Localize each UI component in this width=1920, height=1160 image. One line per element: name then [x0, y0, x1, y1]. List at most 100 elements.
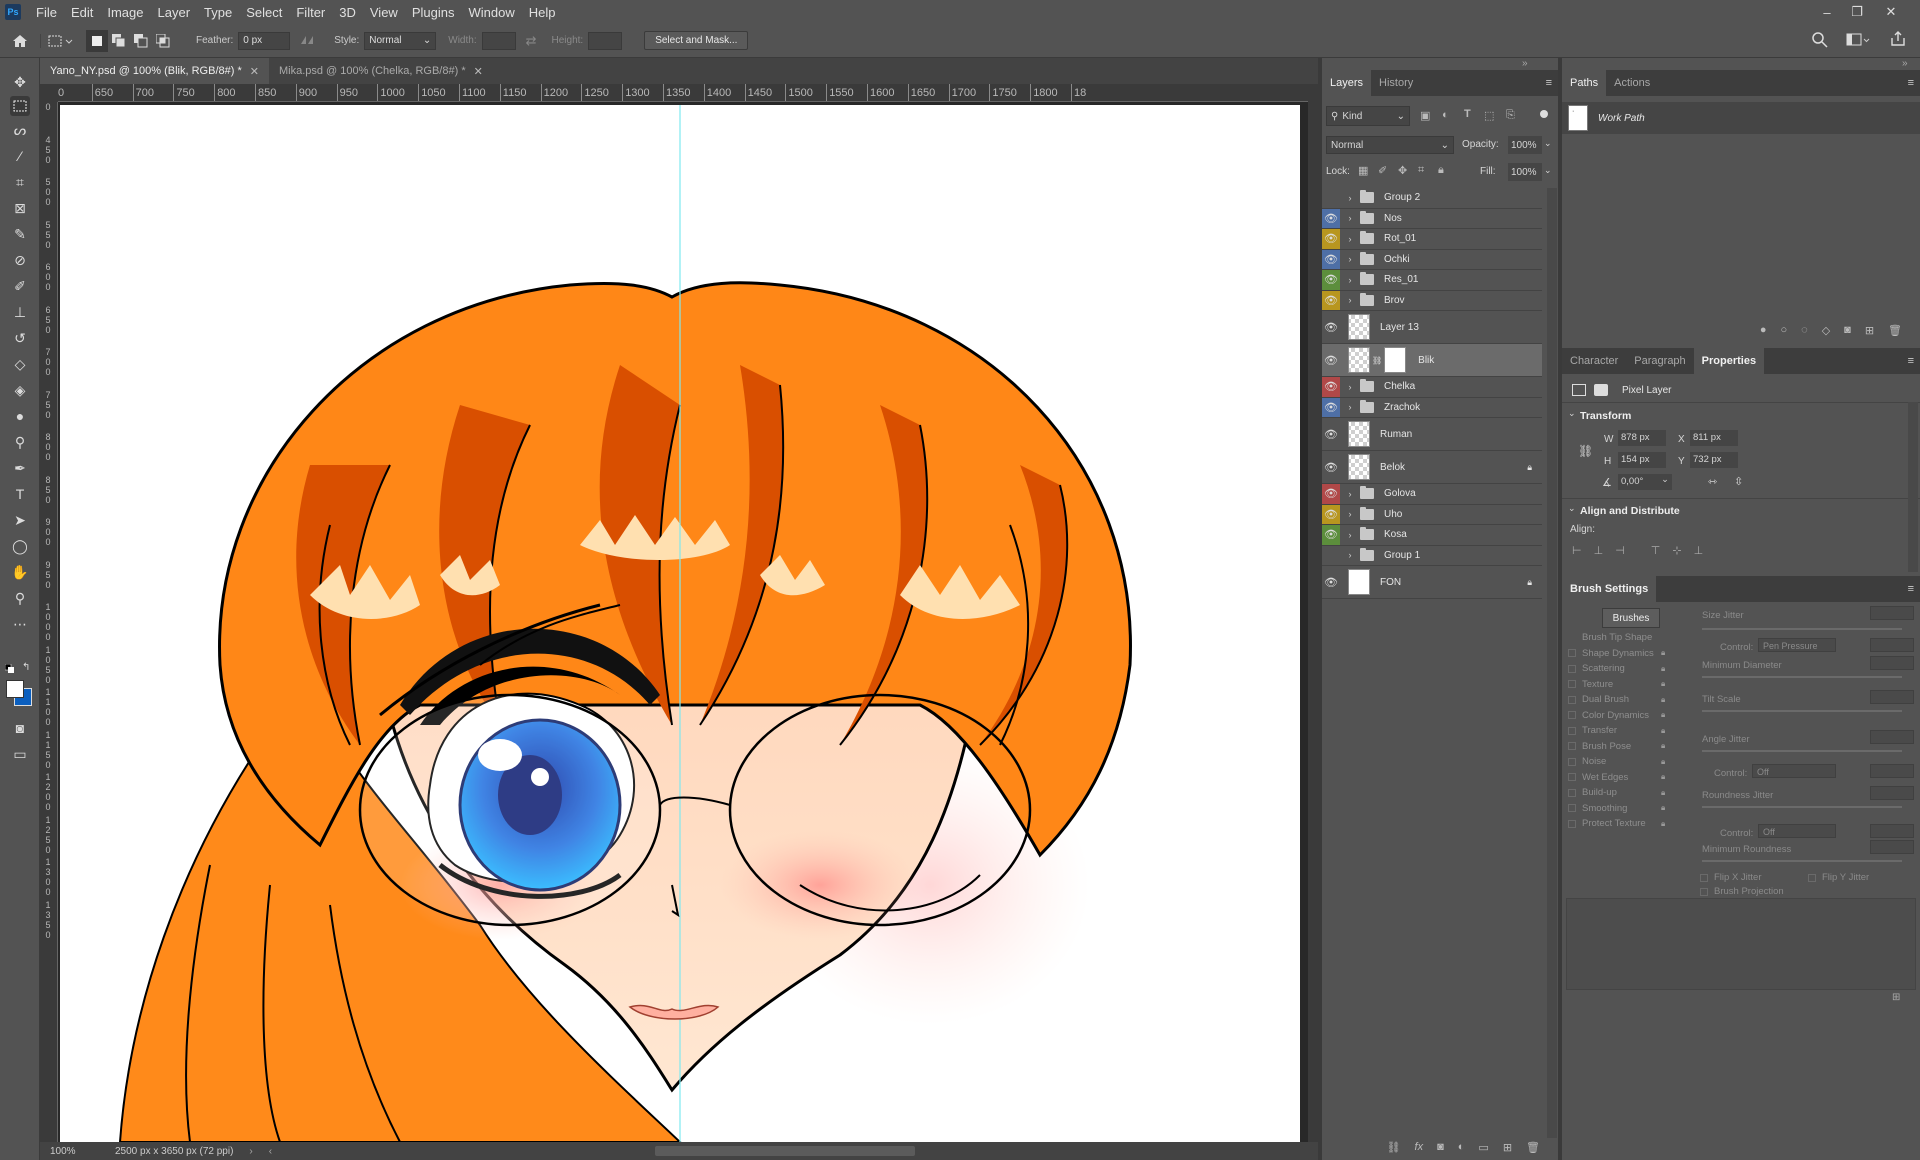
chevron-right-icon[interactable]: › [1344, 489, 1356, 499]
height-input[interactable]: 154 px [1618, 452, 1666, 468]
chevron-right-icon[interactable]: › [1344, 254, 1356, 264]
document-canvas[interactable] [60, 105, 1300, 1142]
path-selection-tool-icon[interactable]: ➤ [10, 510, 30, 530]
healing-brush-tool-icon[interactable]: ⊘ [10, 250, 30, 270]
layer-row[interactable]: 👁︎ › Res_01 [1322, 270, 1542, 291]
menu-window[interactable]: Window [461, 5, 521, 20]
link-dimensions-icon[interactable]: ⛓ [1578, 444, 1593, 458]
intersect-selection-button[interactable] [152, 30, 174, 52]
filter-adjustment-icon[interactable]: ◐ [1442, 109, 1449, 121]
flip-x-jitter-checkbox[interactable]: Flip X Jitter [1700, 872, 1762, 883]
filter-smart-object-icon[interactable]: ⎘ [1506, 109, 1515, 122]
tab-paths[interactable]: Paths [1562, 70, 1607, 96]
height-input[interactable] [588, 31, 623, 50]
add-mask-icon[interactable]: ◙ [1437, 1141, 1444, 1153]
visibility-eye-icon[interactable]: 👁︎ [1322, 484, 1340, 504]
chevron-right-icon[interactable]: › [1344, 402, 1356, 412]
lock-icon[interactable]: 🔒︎ [1661, 819, 1665, 829]
lock-icon[interactable]: 🔒︎ [1527, 577, 1532, 588]
chevron-right-icon[interactable]: › [1344, 295, 1356, 305]
scroll-left-icon[interactable]: ‹ [269, 1146, 272, 1157]
add-selection-button[interactable] [108, 30, 130, 52]
flip-vertical-icon[interactable]: ⇳ [1734, 475, 1743, 488]
layer-row[interactable]: 👁︎ › Nos [1322, 208, 1542, 229]
chevron-down-icon[interactable]: ⌄ [1544, 138, 1552, 149]
mask-icon[interactable] [1594, 384, 1608, 396]
brushes-button[interactable]: Brushes [1602, 608, 1660, 628]
panel-menu-icon[interactable]: ≡ [1908, 355, 1914, 367]
visibility-eye-icon[interactable]: 👁︎ [1322, 344, 1340, 376]
minimize-button[interactable]: – [1812, 0, 1842, 24]
opacity-input[interactable]: 100% [1508, 136, 1542, 154]
control-input-2[interactable] [1870, 764, 1914, 778]
more-tools-icon[interactable]: ⋯ [10, 614, 30, 634]
minimum-diameter-slider[interactable] [1702, 676, 1902, 678]
chevron-right-icon[interactable]: › [1344, 234, 1356, 244]
default-colors-icon[interactable] [4, 663, 15, 677]
lock-icon[interactable]: 🔒︎ [1661, 648, 1665, 658]
properties-scrollbar[interactable] [1908, 402, 1918, 572]
flip-horizontal-icon[interactable]: ⇿ [1708, 475, 1717, 488]
brush-option-item[interactable]: Transfer 🔒︎ [1568, 725, 1668, 736]
lock-artboard-icon[interactable]: ⌗ [1418, 164, 1424, 177]
style-select[interactable]: Normal ⌄ [364, 31, 437, 50]
brush-option-item[interactable]: Shape Dynamics 🔒︎ [1568, 648, 1668, 659]
angle-input[interactable]: 0,00° [1618, 474, 1658, 490]
brush-option-item[interactable]: Color Dynamics 🔒︎ [1568, 710, 1668, 721]
lock-icon[interactable]: 🔒︎ [1661, 772, 1665, 782]
collapse-panel-icon[interactable]: » [1902, 58, 1908, 69]
checkbox[interactable] [1568, 664, 1576, 673]
align-bottom-icon[interactable]: ⊥ [1694, 544, 1704, 557]
visibility-eye-icon[interactable]: 👁︎ [1322, 418, 1340, 450]
align-center-h-icon[interactable]: ⊥ [1594, 544, 1604, 557]
brush-option-item[interactable]: Brush Pose 🔒︎ [1568, 741, 1668, 752]
visibility-eye-icon[interactable]: 👁︎ [1322, 290, 1340, 310]
minimum-roundness-slider[interactable] [1702, 860, 1902, 862]
chevron-right-icon[interactable]: › [1344, 275, 1356, 285]
zoom-level[interactable]: 100% [50, 1146, 100, 1157]
brush-option-item[interactable]: Brush Tip Shape [1568, 632, 1668, 643]
new-path-icon[interactable]: ⊞ [1865, 324, 1874, 337]
size-jitter-input[interactable] [1870, 606, 1914, 620]
fill-path-icon[interactable]: ● [1760, 324, 1767, 336]
visibility-eye-icon[interactable]: 👁︎ [1322, 397, 1340, 417]
lock-transparent-icon[interactable]: ▦ [1358, 164, 1368, 177]
dodge-tool-icon[interactable]: ⚲ [10, 432, 30, 452]
new-group-icon[interactable]: ▭ [1478, 1141, 1488, 1154]
hand-tool-icon[interactable]: ✋ [10, 562, 30, 582]
fill-input[interactable]: 100% [1508, 163, 1542, 181]
visibility-eye-icon[interactable]: 👁︎ [1322, 525, 1340, 545]
stroke-path-icon[interactable]: ○ [1780, 324, 1787, 336]
filter-kind-select[interactable]: ⚲ Kind ⌄ [1326, 106, 1410, 126]
layer-row[interactable]: › Group 1 [1322, 546, 1542, 566]
filter-shape-icon[interactable]: ⬚ [1484, 109, 1494, 122]
rectangular-marquee-tool-icon[interactable] [10, 96, 30, 116]
visibility-eye-icon[interactable]: 👁︎ [1322, 377, 1340, 397]
menu-3d[interactable]: 3D [332, 5, 363, 20]
delete-layer-icon[interactable]: 🗑︎ [1526, 1141, 1540, 1154]
clone-stamp-tool-icon[interactable]: ⊥ [10, 302, 30, 322]
align-right-icon[interactable]: ⊣ [1615, 544, 1625, 557]
chevron-right-icon[interactable]: › [1344, 213, 1356, 223]
visibility-eye-icon[interactable]: 👁︎ [1322, 249, 1340, 269]
layer-row[interactable]: 👁︎ › Chelka [1322, 377, 1542, 398]
panel-menu-icon[interactable]: ≡ [1546, 77, 1552, 89]
load-selection-icon[interactable]: ◌ [1801, 324, 1808, 336]
layer-row[interactable]: 👁︎ › Uho [1322, 504, 1542, 525]
checkbox[interactable] [1568, 726, 1576, 735]
y-input[interactable]: 732 px [1690, 452, 1738, 468]
control-select-3[interactable]: Off [1758, 824, 1836, 838]
close-window-button[interactable]: ✕ [1876, 0, 1906, 24]
foreground-color-swatch[interactable] [6, 680, 24, 698]
close-icon[interactable]: ✕ [474, 65, 483, 78]
lock-all-icon[interactable]: 🔒︎ [1438, 164, 1444, 177]
layer-row[interactable]: 👁︎ ⛓ Blik [1322, 344, 1542, 377]
width-input[interactable] [481, 31, 516, 50]
menu-select[interactable]: Select [239, 5, 289, 20]
visibility-eye-icon[interactable] [1322, 188, 1340, 208]
frame-tool-icon[interactable]: ⊠ [10, 198, 30, 218]
chevron-down-icon[interactable]: ⌄ [1658, 474, 1672, 490]
canvas-horizontal-scrollbar[interactable] [655, 1146, 915, 1156]
lock-icon[interactable]: 🔒︎ [1661, 757, 1665, 767]
tab-history[interactable]: History [1371, 70, 1421, 96]
